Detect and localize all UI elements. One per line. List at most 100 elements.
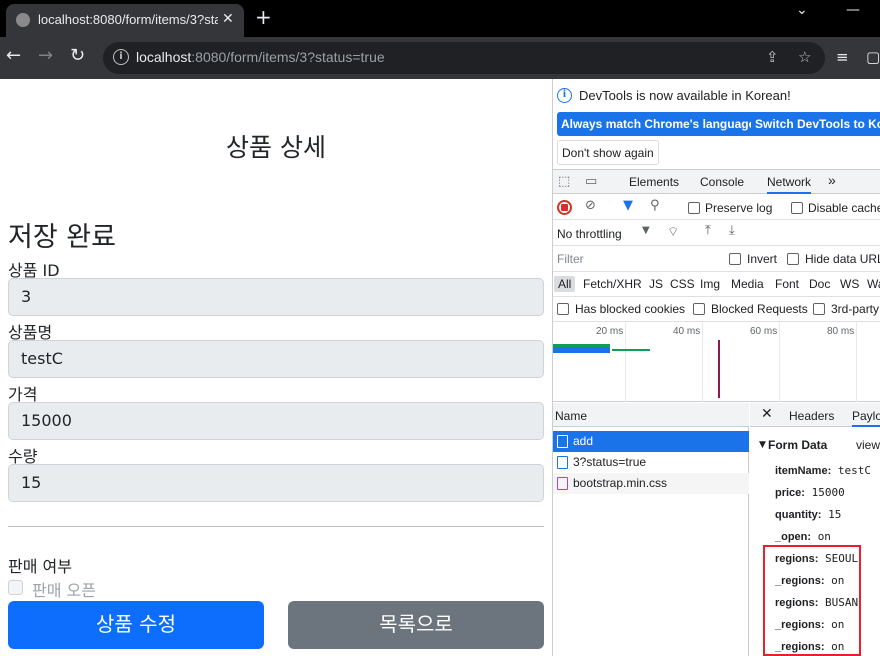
name-column-header[interactable]: Name (553, 403, 749, 427)
tab-close-icon[interactable]: ✕ (222, 11, 234, 27)
edit-item-button[interactable]: 상품 수정 (8, 601, 264, 649)
record-stop-icon[interactable] (557, 200, 572, 215)
form-data-title[interactable]: Form Data (768, 438, 827, 452)
timeline-gridline (625, 322, 626, 402)
chevron-down-icon[interactable]: ▼ (642, 225, 650, 236)
quantity-field[interactable]: 15 (8, 464, 544, 502)
search-icon[interactable]: ⚲ (650, 198, 660, 213)
back-icon[interactable]: ← (6, 45, 21, 66)
tab-network[interactable]: Network (767, 175, 812, 194)
type-js[interactable]: JS (649, 277, 663, 291)
timeline-tick: 60 ms (750, 326, 778, 337)
address-bar[interactable]: i localhost:8080/form/items/3?status=tru… (103, 42, 825, 74)
type-all[interactable]: All (554, 276, 576, 292)
form-data-row: quantity: 15 (775, 508, 842, 521)
throttling-select[interactable]: No throttling (557, 227, 622, 241)
reload-icon[interactable]: ↻ (70, 45, 85, 66)
timeline-tick: 20 ms (596, 326, 624, 337)
triangle-down-icon[interactable]: ▼ (759, 440, 766, 450)
browser-tab[interactable]: localhost:8080/form/items/3?status=true … (6, 4, 244, 37)
dont-show-again-button[interactable]: Don't show again (557, 140, 659, 165)
timeline-tick: 80 ms (827, 326, 855, 337)
save-complete-message: 저장 완료 (8, 222, 116, 253)
share-icon[interactable]: ⇪ (766, 48, 779, 66)
form-data-row: itemName: testC (775, 464, 871, 477)
load-event-marker (718, 340, 720, 398)
url-text[interactable]: localhost:8080/form/items/3?status=true (136, 49, 385, 65)
timeline-request-bar (612, 349, 650, 351)
throttling-row: No throttling ▼ ⌔ ⤒ ⤓ (553, 221, 880, 246)
back-to-list-button[interactable]: 목록으로 (288, 601, 544, 649)
inspect-element-icon[interactable]: ⬚ (558, 174, 570, 189)
switch-language-button[interactable]: Switch DevTools to Kor (751, 112, 880, 136)
type-media[interactable]: Media (731, 277, 764, 291)
network-conditions-icon[interactable]: ⌔ (667, 224, 679, 240)
web-page: 상품 상세 저장 완료 상품 ID 3 상품명 testC 가격 15000 수… (0, 79, 552, 656)
close-icon[interactable]: ✕ (761, 406, 773, 422)
request-detail-pane: ✕ Headers Paylo ▼ Form Data view itemNam… (750, 403, 880, 656)
type-css[interactable]: CSS (670, 277, 695, 291)
type-font[interactable]: Font (775, 277, 799, 291)
tab-payload[interactable]: Paylo (852, 409, 880, 427)
request-row[interactable]: bootstrap.min.css (553, 473, 749, 494)
blocked-requests-label: Blocked Requests (711, 302, 808, 316)
tab-console[interactable]: Console (700, 175, 744, 189)
detail-tab-bar: ✕ Headers Paylo (750, 403, 880, 427)
disable-cache-checkbox[interactable] (791, 202, 803, 214)
has-blocked-cookies-checkbox[interactable] (557, 303, 569, 315)
more-tabs-icon[interactable]: » (828, 172, 836, 188)
view-source-link[interactable]: view (856, 438, 880, 452)
network-toolbar: ⊘ ▼ ⚲ Preserve log Disable cache (553, 195, 880, 220)
filter-input[interactable]: Filter (553, 249, 717, 269)
disable-cache-label: Disable cache (808, 201, 880, 215)
side-panel-icon[interactable]: ▢ (866, 48, 880, 66)
device-toolbar-icon[interactable]: ▭ (585, 174, 597, 189)
sale-open-label: 판매 오픈 (32, 581, 96, 600)
request-row[interactable]: add (553, 431, 749, 452)
globe-icon (16, 13, 30, 27)
site-info-icon[interactable]: i (113, 49, 129, 65)
export-har-icon[interactable]: ⤓ (729, 223, 735, 238)
item-id-field[interactable]: 3 (8, 278, 544, 316)
language-notice: DevTools is now available in Korean! (579, 88, 791, 103)
forward-icon[interactable]: → (38, 45, 53, 66)
match-language-button[interactable]: Always match Chrome's language (557, 112, 760, 136)
devtools-tab-bar: ⬚ ▭ Elements Console Network » (553, 169, 880, 194)
clear-icon[interactable]: ⊘ (585, 198, 596, 213)
form-data-row: _open: on (775, 530, 831, 543)
item-name-field[interactable]: testC (8, 340, 544, 378)
price-field[interactable]: 15000 (8, 402, 544, 440)
minimize-icon[interactable]: — (846, 2, 860, 18)
timeline-gridline (856, 322, 857, 402)
hide-data-urls-checkbox[interactable] (787, 253, 799, 265)
invert-label: Invert (747, 252, 778, 266)
tab-headers[interactable]: Headers (789, 409, 834, 423)
bookmark-star-icon[interactable]: ☆ (798, 48, 811, 66)
type-doc[interactable]: Doc (809, 277, 830, 291)
blocked-requests-checkbox[interactable] (693, 303, 705, 315)
timeline-request-bar (553, 344, 610, 353)
tab-elements[interactable]: Elements (629, 175, 679, 189)
new-tab-icon[interactable]: + (255, 5, 272, 29)
type-wasm[interactable]: Wa (867, 277, 880, 291)
sale-open-checkbox[interactable] (8, 580, 23, 595)
document-icon (557, 435, 568, 448)
type-ws[interactable]: WS (840, 277, 859, 291)
type-img[interactable]: Img (700, 277, 720, 291)
import-har-icon[interactable]: ⤒ (705, 223, 711, 238)
media-queue-icon[interactable]: ≡ (836, 48, 849, 66)
type-fetch-xhr[interactable]: Fetch/XHR (583, 277, 642, 291)
third-party-checkbox[interactable] (813, 303, 825, 315)
invert-checkbox[interactable] (729, 253, 741, 265)
chevron-down-icon[interactable]: ⌄ (796, 2, 808, 18)
stylesheet-icon (557, 477, 568, 490)
filter-row: Filter Invert Hide data URL (553, 247, 880, 272)
preserve-log-checkbox[interactable] (688, 202, 700, 214)
timeline-gridline (702, 322, 703, 402)
request-list: Name add 3?status=true bootstrap.min.css (553, 403, 749, 656)
request-row[interactable]: 3?status=true (553, 452, 749, 473)
network-timeline[interactable]: 20 ms 40 ms 60 ms 80 ms (553, 322, 880, 402)
highlight-box (763, 545, 861, 656)
timeline-tick: 40 ms (673, 326, 701, 337)
filter-icon[interactable]: ▼ (623, 198, 633, 213)
